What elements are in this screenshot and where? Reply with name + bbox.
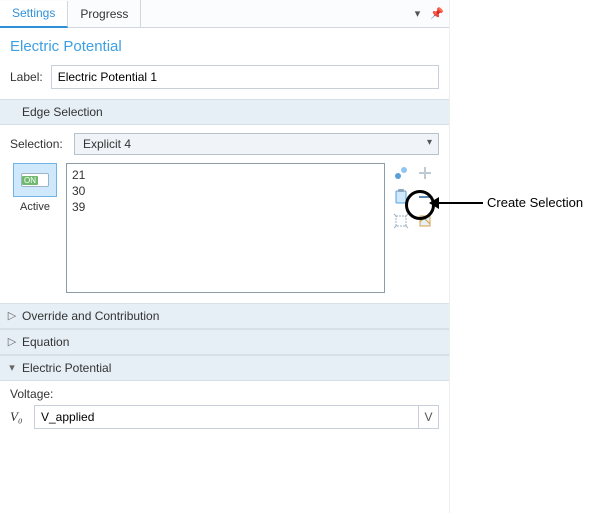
chevron-right-icon: ▷ <box>6 335 18 348</box>
zoom-to-selection-icon <box>393 213 409 229</box>
label-input[interactable] <box>51 65 439 89</box>
tab-progress[interactable]: Progress <box>68 0 141 27</box>
active-label: Active <box>20 201 50 213</box>
list-item[interactable]: 30 <box>72 183 379 199</box>
annotation-label: Create Selection <box>487 195 583 210</box>
voltage-caption: Voltage: <box>10 387 53 401</box>
voltage-unit: V <box>419 405 439 429</box>
page-title: Electric Potential <box>0 28 449 61</box>
list-item[interactable]: 21 <box>72 167 379 183</box>
section-edge-label: Edge Selection <box>22 105 103 119</box>
section-override-label: Override and Contribution <box>22 309 159 323</box>
selection-caption: Selection: <box>10 137 68 151</box>
menu-dropdown-icon[interactable]: ▾ <box>410 7 426 20</box>
remove-button[interactable] <box>415 187 435 207</box>
remove-icon <box>418 190 432 204</box>
add-icon <box>418 166 432 180</box>
label-caption: Label: <box>10 70 43 84</box>
zoom-button[interactable] <box>391 211 411 231</box>
section-equation[interactable]: ▷ Equation <box>0 329 449 355</box>
add-button[interactable] <box>415 163 435 183</box>
selection-list[interactable]: 21 30 39 <box>66 163 385 293</box>
clear-button[interactable] <box>415 211 435 231</box>
tab-bar: Settings Progress ▾ 📌 <box>0 0 449 28</box>
tab-settings[interactable]: Settings <box>0 1 68 28</box>
selection-value: Explicit 4 <box>83 137 131 151</box>
pin-icon[interactable]: 📌 <box>425 7 449 20</box>
on-badge: ON <box>22 176 38 185</box>
create-selection-icon <box>393 165 409 181</box>
selection-dropdown[interactable]: Explicit 4 <box>74 133 439 155</box>
list-item[interactable]: 39 <box>72 199 379 215</box>
section-override[interactable]: ▷ Override and Contribution <box>0 303 449 329</box>
chevron-right-icon: ▷ <box>6 309 18 322</box>
selection-tools <box>391 163 439 293</box>
voltage-input[interactable] <box>34 405 419 429</box>
paste-button[interactable] <box>391 187 411 207</box>
chevron-down-icon: ▾ <box>6 361 18 374</box>
section-equation-label: Equation <box>22 335 69 349</box>
clear-icon <box>417 213 433 229</box>
settings-panel: Settings Progress ▾ 📌 Electric Potential… <box>0 0 450 513</box>
section-edge-selection: Edge Selection <box>0 99 449 125</box>
active-toggle[interactable]: ON <box>13 163 57 197</box>
paste-icon <box>394 189 408 205</box>
section-potential-label: Electric Potential <box>22 361 111 375</box>
voltage-symbol: V₀ <box>10 409 28 425</box>
section-electric-potential[interactable]: ▾ Electric Potential <box>0 355 449 381</box>
create-selection-button[interactable] <box>391 163 411 183</box>
